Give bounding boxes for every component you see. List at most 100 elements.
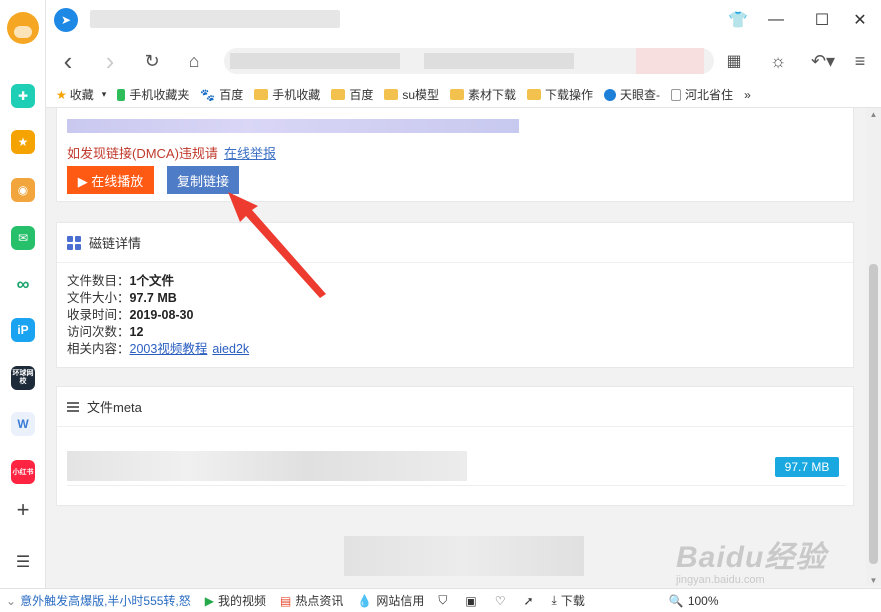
star-icon[interactable]: ★ — [11, 130, 35, 154]
bookmark-folder-su[interactable]: su模型 — [384, 86, 439, 103]
folder-icon — [331, 89, 346, 100]
url-blurred — [230, 53, 400, 69]
report-link[interactable]: 在线举报 — [224, 146, 276, 161]
vertical-scrollbar[interactable]: ▲ ▼ — [866, 108, 881, 586]
resource-card: 如发现链接(DMCA)违规请 在线举报 ▶ 在线播放 复制链接 — [56, 108, 854, 202]
bookmarks-bar: ★ 收藏 ▾ 手机收藏夹 🐾 百度 手机收藏 百度 su模型 素材下载 下载操作 天眼… — [46, 82, 881, 108]
my-videos-button[interactable]: ▶ 我的视频 — [205, 592, 266, 609]
video-play-icon: ▶ — [204, 593, 214, 608]
brightness-icon[interactable]: ☼ — [766, 49, 790, 73]
url-blurred-2 — [424, 53, 574, 69]
related-link[interactable]: aied2k — [212, 342, 249, 356]
bookmark-tianyancha[interactable]: 天眼查- — [604, 86, 660, 103]
minimize-symbol: — — [768, 11, 784, 28]
scroll-up-icon[interactable]: ▲ — [866, 108, 881, 120]
list-icon — [67, 401, 79, 412]
bookmark-baidu[interactable]: 🐾 百度 — [200, 86, 243, 103]
play-online-button[interactable]: ▶ 在线播放 — [67, 166, 154, 194]
double-chevron-icon: » — [744, 87, 751, 102]
minimize-button[interactable]: — — [764, 8, 788, 32]
rocket-button[interactable]: ➚ — [523, 594, 537, 608]
detail-row: 收录时间：2019-08-30 — [67, 307, 843, 324]
left-sidebar: ✚ ★ ◉ ✉ ∞ iP 环球网校 W 小红书 + ☰ — [0, 0, 46, 588]
bookmark-folder-materials[interactable]: 素材下载 — [450, 86, 516, 103]
main-menu-icon[interactable]: ≡ — [848, 49, 872, 73]
medical-cross-icon[interactable]: ✚ — [11, 84, 35, 108]
news-ticker[interactable]: ⌄ 意外触发高爆版,半小时555转,怒 — [6, 592, 191, 609]
rocket-icon: ➚ — [523, 593, 534, 608]
bookmark-label: 下载操作 — [545, 88, 594, 102]
edge-icon — [604, 88, 617, 101]
news-text: 意外触发高爆版,半小时555转,怒 — [20, 594, 191, 608]
add-symbol: + — [16, 497, 30, 522]
refresh-button[interactable]: ↻ — [140, 49, 164, 73]
chevron-down-icon[interactable]: ▾ — [102, 89, 107, 100]
navigation-toolbar: ‹ › ↻ ⌂ ▦ ☼ ↶▾ ≡ — [46, 40, 881, 82]
detail-row: 文件数目：1个文件 — [67, 273, 843, 290]
back-button[interactable]: ‹ — [56, 46, 80, 76]
scroll-down-icon[interactable]: ▼ — [866, 574, 881, 586]
bookmark-hebei[interactable]: 河北省住 — [671, 86, 733, 103]
dmca-notice: 如发现链接(DMCA)违规请 在线举报 — [67, 143, 276, 162]
resource-title-blurred — [67, 119, 519, 133]
apps-grid-icon[interactable]: ▦ — [722, 49, 746, 73]
bookmarks-more-button[interactable]: » — [744, 88, 751, 102]
related-link[interactable]: 2003视频教程 — [130, 342, 208, 356]
news-icon[interactable]: 环球网校 — [11, 366, 35, 390]
url-blurred-3 — [636, 48, 704, 74]
status-bar: ⌄ 意外触发高爆版,半小时555转,怒 ▶ 我的视频 ▤ 热点资讯 💧 网站信用 ⛉ ▣… — [0, 588, 881, 612]
tab-title-blurred[interactable] — [90, 10, 340, 28]
my-videos-label: 我的视频 — [218, 594, 267, 608]
add-icon[interactable]: + — [11, 497, 35, 522]
ip-icon[interactable]: iP — [11, 318, 35, 342]
health-button[interactable]: ♡ — [495, 594, 510, 608]
detail-row: 文件大小：97.7 MB — [67, 290, 843, 307]
bookmark-favorites[interactable]: ★ 收藏 ▾ — [56, 86, 106, 103]
undo-menu-icon[interactable]: ↶▾ — [806, 49, 840, 73]
bookmark-label: 百度 — [349, 88, 374, 102]
home-button[interactable]: ⌂ — [182, 49, 206, 73]
skin-shirt-icon[interactable]: 👕 — [726, 8, 750, 32]
page-icon — [671, 88, 682, 101]
avatar[interactable] — [7, 12, 39, 44]
detail-value: 2019-08-30 — [129, 308, 194, 322]
forward-arrow-icon: › — [105, 45, 115, 76]
dmca-text: 如发现链接(DMCA)违规请 — [67, 146, 218, 161]
navigation-compass-icon[interactable]: ➤ — [54, 8, 78, 32]
bookmark-folder-mobile[interactable]: 手机收藏 — [254, 86, 320, 103]
weibo-icon[interactable]: ◉ — [11, 178, 35, 202]
image-button[interactable]: ▣ — [465, 594, 480, 608]
file-name-blurred — [67, 451, 467, 481]
bookmark-folder-download[interactable]: 下载操作 — [527, 86, 593, 103]
bookmark-mobile-favorites[interactable]: 手机收藏夹 — [117, 86, 189, 103]
chevron-down-icon: ⌄ — [6, 593, 17, 608]
maximize-button[interactable]: ☐ — [810, 8, 834, 32]
maximize-symbol: ☐ — [814, 12, 830, 29]
folder-icon — [254, 89, 269, 100]
address-bar[interactable] — [224, 48, 714, 74]
hot-news-button[interactable]: ▤ 热点资讯 — [280, 592, 343, 609]
close-button[interactable]: ✕ — [848, 8, 872, 32]
detail-label: 收录时间： — [67, 308, 130, 322]
download-button[interactable]: ⤓ 下载 — [552, 592, 585, 609]
xiaohongshu-icon[interactable]: 小红书 — [11, 460, 35, 484]
file-size-badge: 97.7 MB — [775, 457, 839, 477]
scroll-thumb[interactable] — [869, 264, 878, 564]
menu-icon[interactable]: ☰ — [11, 550, 35, 574]
mail-icon[interactable]: ✉ — [11, 226, 35, 250]
page-content: 如发现链接(DMCA)违规请 在线举报 ▶ 在线播放 复制链接 磁链详情 文件数目… — [46, 108, 866, 586]
forward-button[interactable]: › — [98, 46, 122, 76]
magnet-details-card: 磁链详情 文件数目：1个文件 文件大小：97.7 MB 收录时间：2019-08… — [56, 222, 854, 368]
site-credit-button[interactable]: 💧 网站信用 — [357, 592, 424, 609]
word-doc-icon[interactable]: W — [11, 412, 35, 436]
bookmark-folder-baidu[interactable]: 百度 — [331, 86, 373, 103]
download-icon: ⤓ — [551, 593, 557, 607]
hot-news-label: 热点资讯 — [295, 594, 344, 608]
divider — [67, 485, 845, 486]
bookmark-label: 河北省住 — [685, 88, 734, 102]
zoom-control[interactable]: 🔍 100% — [669, 594, 719, 608]
shield-button[interactable]: ⛉ — [438, 593, 451, 608]
title-bar: ➤ 👕 — ☐ ✕ — [46, 0, 881, 40]
shield-icon: ⛉ — [438, 593, 448, 607]
link-icon[interactable]: ∞ — [11, 272, 35, 296]
